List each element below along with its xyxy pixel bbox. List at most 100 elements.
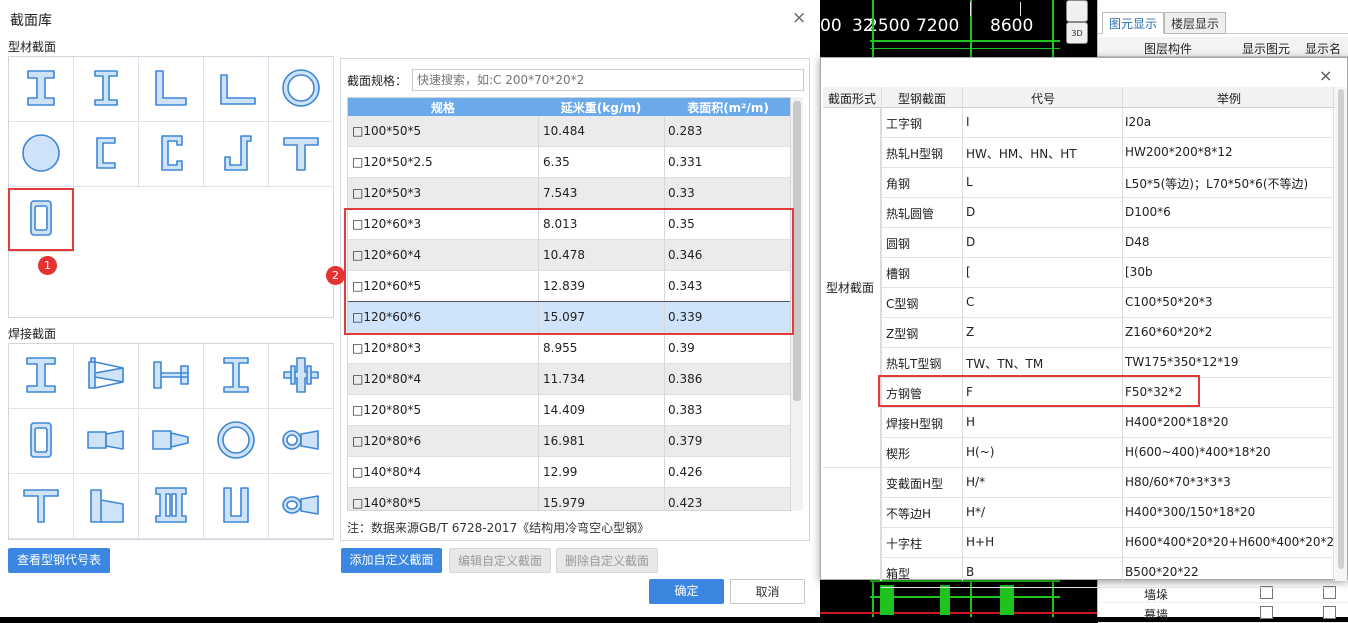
angle-equal-shape-cell[interactable] xyxy=(139,57,204,122)
circle-tube-shape-cell[interactable] xyxy=(204,409,269,474)
col-weight: 延米重(kg/m) xyxy=(560,101,642,115)
angle-unequal-shape-cell[interactable] xyxy=(204,57,269,122)
box-shape-cell[interactable] xyxy=(9,409,74,474)
weight-cell: 16.981 xyxy=(543,434,585,448)
example-cell: C100*50*20*3 xyxy=(1125,295,1213,309)
weld-shape-grid xyxy=(8,343,334,540)
channel-shape-cell[interactable] xyxy=(74,122,139,187)
add-custom-section-button[interactable]: 添加自定义截面 xyxy=(341,548,442,573)
weight-cell: 6.35 xyxy=(543,155,570,169)
cad-dim-label: 00 xyxy=(820,16,842,36)
steel-section-cell: 角钢 xyxy=(886,177,911,191)
delete-custom-section-button[interactable]: 删除自定义截面 xyxy=(556,548,658,573)
example-cell: [30b xyxy=(1125,265,1153,279)
tapered-tube-shape-cell[interactable] xyxy=(269,409,334,474)
code-cell: TW、TN、TM xyxy=(966,357,1044,371)
tab-element-display[interactable]: 图元显示 xyxy=(1102,12,1165,34)
search-input[interactable] xyxy=(412,69,804,91)
spec-cell: □120*80*6 xyxy=(352,434,422,448)
c-section-shape-cell[interactable] xyxy=(139,122,204,187)
table-row[interactable]: □120*80*3 8.955 0.39 xyxy=(348,333,790,364)
steel-section-cell: 槽钢 xyxy=(886,267,911,281)
tapered-box2-shape-cell[interactable] xyxy=(139,409,204,474)
table-row[interactable]: □120*80*4 11.734 0.386 xyxy=(348,364,790,395)
code-cell: H*/ xyxy=(966,505,986,519)
table-row: 楔形 H(~) H(600~400)*400*18*20 xyxy=(881,438,1333,468)
table-row[interactable]: □120*50*3 7.543 0.33 xyxy=(348,178,790,209)
spec-label: 截面规格： xyxy=(347,74,408,88)
steel-section-cell: 变截面H型 xyxy=(886,477,944,491)
area-cell: 0.383 xyxy=(668,403,703,417)
tapered-box-shape-cell[interactable] xyxy=(74,409,139,474)
table-row[interactable]: □100*50*5 10.484 0.283 xyxy=(348,116,790,147)
circular-tube-icon xyxy=(278,65,324,114)
t-section-shape-cell[interactable] xyxy=(269,122,334,187)
example-cell: H80/60*70*3*3*3 xyxy=(1125,475,1231,489)
area-cell: 0.386 xyxy=(668,372,703,386)
tapered-h-shape-cell[interactable] xyxy=(74,344,139,409)
code-table-header: 截面形式 型钢截面 代号 举例 xyxy=(823,87,1335,108)
z-section-shape-cell[interactable] xyxy=(204,122,269,187)
selection-highlight xyxy=(344,208,794,335)
list-item: 幕墙 xyxy=(1098,603,1348,623)
i-beam-shape-cell[interactable] xyxy=(9,57,74,122)
cancel-button[interactable]: 取消 xyxy=(730,579,805,604)
double-i-icon xyxy=(148,482,194,531)
ellipse-tube-shape-cell[interactable] xyxy=(269,474,334,539)
steel-section-cell: Z型钢 xyxy=(886,327,919,341)
welded-i-shape-cell[interactable] xyxy=(9,344,74,409)
col-section-form: 截面形式 xyxy=(827,92,876,106)
code-cell: D xyxy=(966,235,976,249)
example-cell: I20a xyxy=(1125,115,1152,129)
ok-button[interactable]: 确定 xyxy=(649,579,724,604)
close-icon[interactable]: × xyxy=(1319,66,1332,85)
display-tabs: 图元显示 楼层显示 xyxy=(1098,8,1348,34)
group-cell xyxy=(823,468,881,581)
welded-t-shape-cell[interactable] xyxy=(9,474,74,539)
area-cell: 0.426 xyxy=(668,465,703,479)
channel-icon xyxy=(83,130,129,179)
edit-custom-section-button[interactable]: 编辑自定义截面 xyxy=(449,548,551,573)
dialog-title: 截面库 xyxy=(10,13,52,29)
cross-column-shape-cell[interactable] xyxy=(269,344,334,409)
table-row[interactable]: □120*80*5 14.409 0.383 xyxy=(348,395,790,426)
welded-h-icon xyxy=(213,352,259,401)
spec-cell: □120*80*5 xyxy=(352,403,422,417)
t-section-icon xyxy=(278,130,324,179)
code-cell: H+H xyxy=(966,535,995,549)
tapered-t-shape-cell[interactable] xyxy=(74,474,139,539)
steel-section-cell: 工字钢 xyxy=(886,117,923,131)
table-row[interactable]: □120*80*6 16.981 0.379 xyxy=(348,426,790,457)
profile-shape-grid xyxy=(8,56,334,318)
steel-section-cell: 十字柱 xyxy=(886,537,923,551)
double-i-shape-cell[interactable] xyxy=(139,474,204,539)
table-row[interactable]: □140*80*4 12.99 0.426 xyxy=(348,457,790,488)
show-element-checkbox[interactable] xyxy=(1260,606,1273,619)
round-bar-shape-cell[interactable] xyxy=(9,122,74,187)
view-steel-code-button[interactable]: 查看型钢代号表 xyxy=(8,548,110,573)
circular-tube-shape-cell[interactable] xyxy=(269,57,334,122)
weight-cell: 11.734 xyxy=(543,372,585,386)
cross-column-icon xyxy=(278,352,324,401)
table-row: 工字钢 I I20a xyxy=(881,108,1333,138)
table-row[interactable]: □120*50*2.5 6.35 0.331 xyxy=(348,147,790,178)
code-cell: H(~) xyxy=(966,445,995,459)
tapered-i-shape-cell[interactable] xyxy=(139,344,204,409)
col-show-element: 显示图元 xyxy=(1242,42,1291,56)
table-row: 变截面H型 H/* H80/60*70*3*3*3 xyxy=(881,468,1333,498)
example-cell: H600*400*20*20+H600*400*20*20 xyxy=(1125,535,1342,549)
close-icon[interactable]: × xyxy=(792,8,806,28)
table-row[interactable]: □140*80*5 15.979 0.423 xyxy=(348,488,790,510)
popup-scrollbar[interactable] xyxy=(1335,87,1347,581)
h-beam-shape-cell[interactable] xyxy=(74,57,139,122)
welded-h-shape-cell[interactable] xyxy=(204,344,269,409)
table-row: 槽钢 [[30b xyxy=(881,258,1333,288)
u-section-shape-cell[interactable] xyxy=(204,474,269,539)
cube-view-icon[interactable] xyxy=(1066,0,1088,22)
show-name-checkbox[interactable] xyxy=(1323,606,1336,619)
steel-section-cell: 热轧H型钢 xyxy=(886,147,944,161)
view-3d-button[interactable]: 3D xyxy=(1066,22,1088,44)
weight-cell: 14.409 xyxy=(543,403,585,417)
tab-floor-display[interactable]: 楼层显示 xyxy=(1164,12,1227,34)
tapered-h-icon xyxy=(83,352,129,401)
